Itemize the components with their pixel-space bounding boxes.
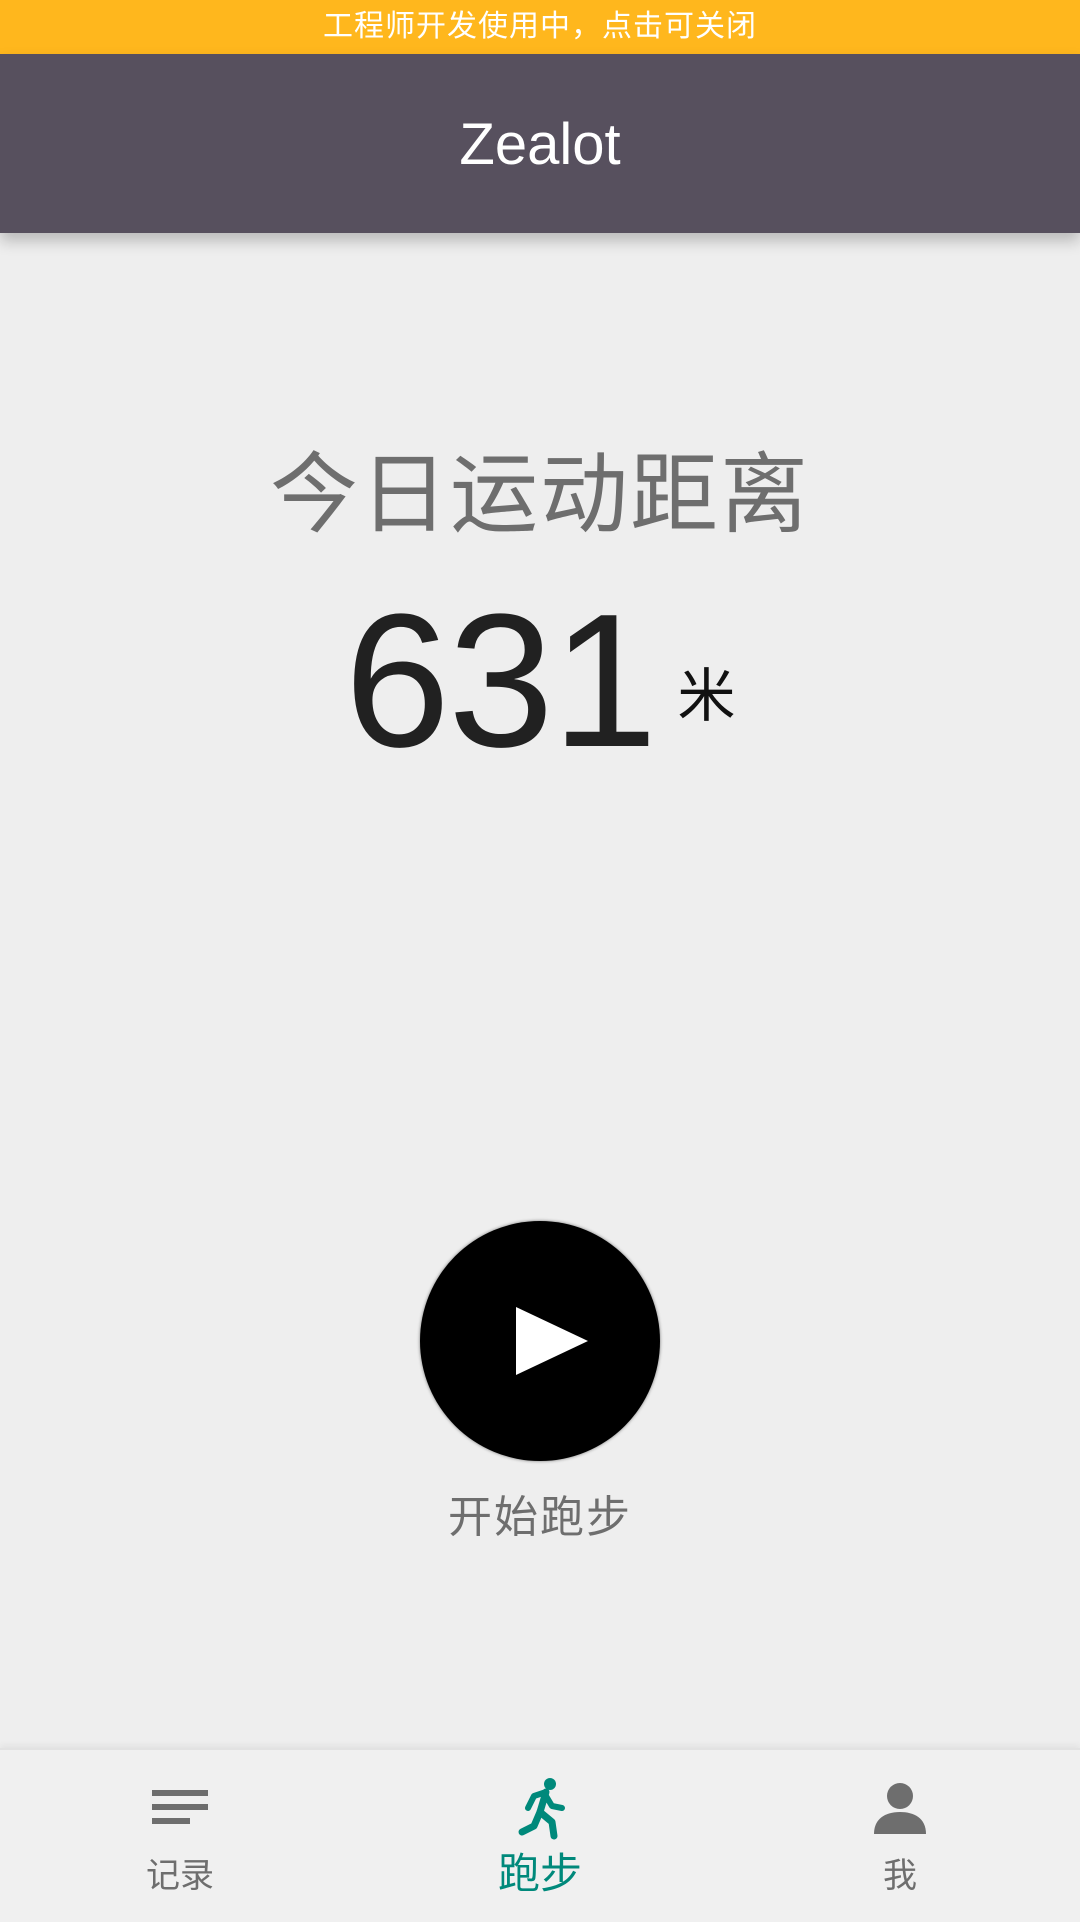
nav-tab-records-label: 记录 (146, 1856, 214, 1896)
nav-tab-records[interactable]: 记录 (0, 1750, 360, 1922)
today-distance-value: 631 (344, 575, 657, 787)
today-distance-unit: 米 (677, 662, 736, 730)
developer-mode-banner-text: 工程师开发使用中，点击可关闭 (323, 9, 757, 44)
app-title: Zealot (459, 112, 621, 177)
person-icon (874, 1783, 926, 1834)
app-bar: Zealot (0, 54, 1080, 233)
running-icon (518, 1778, 565, 1840)
today-distance-display: 631 米 (0, 586, 1080, 776)
developer-mode-banner[interactable]: 工程师开发使用中，点击可关闭 (0, 0, 1080, 54)
bottom-navigation: 记录 跑步 我 (0, 1748, 1080, 1922)
nav-tab-run-label: 跑步 (497, 1849, 582, 1898)
play-icon (516, 1307, 588, 1375)
nav-tab-run[interactable]: 跑步 (360, 1750, 720, 1922)
nav-tab-me-label: 我 (883, 1856, 917, 1896)
start-run-button[interactable] (420, 1221, 660, 1461)
start-run-label: 开始跑步 (448, 1492, 632, 1543)
today-distance-label: 今日运动距离 (269, 443, 810, 546)
nav-tab-me[interactable]: 我 (720, 1750, 1080, 1922)
list-icon (152, 1790, 208, 1824)
